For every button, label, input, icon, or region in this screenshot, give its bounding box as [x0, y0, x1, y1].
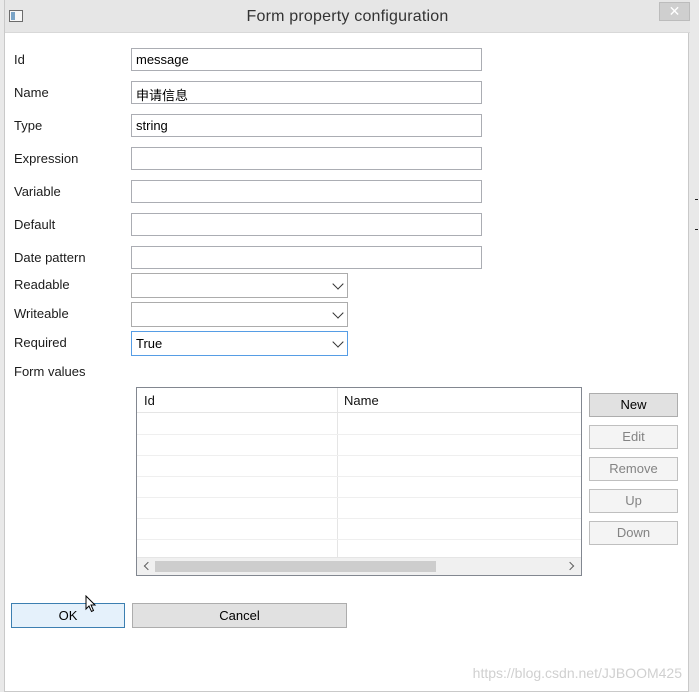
writeable-label: Writeable — [14, 306, 69, 321]
column-header-name[interactable]: Name — [344, 393, 379, 408]
date-pattern-input[interactable] — [131, 246, 482, 269]
edit-button[interactable]: Edit — [589, 425, 678, 449]
scrollbar-thumb[interactable] — [155, 561, 436, 572]
row-separator — [137, 539, 581, 540]
readable-label: Readable — [14, 277, 70, 292]
form-values-grid[interactable]: Id Name — [136, 387, 582, 576]
watermark-text: https://blog.csdn.net/JJBOOM425 — [472, 665, 682, 681]
variable-input[interactable] — [131, 180, 482, 203]
chevron-down-icon — [332, 278, 344, 290]
row-separator — [137, 455, 581, 456]
horizontal-scrollbar[interactable] — [137, 557, 581, 575]
required-label: Required — [14, 335, 67, 350]
window-title: Form property configuration — [246, 8, 449, 25]
id-input[interactable]: message — [131, 48, 482, 71]
date-pattern-label: Date pattern — [14, 250, 86, 265]
up-button[interactable]: Up — [589, 489, 678, 513]
row-separator — [137, 434, 581, 435]
grid-header: Id Name — [137, 388, 581, 413]
ok-button[interactable]: OK — [11, 603, 125, 628]
row-separator — [137, 518, 581, 519]
scroll-left-icon[interactable] — [143, 561, 153, 571]
column-divider — [337, 388, 338, 558]
type-input[interactable]: string — [131, 114, 482, 137]
id-label: Id — [14, 52, 25, 67]
required-select[interactable]: True — [131, 331, 348, 356]
background-mark — [695, 229, 698, 230]
new-button[interactable]: New — [589, 393, 678, 417]
name-input[interactable]: 申请信息 — [131, 81, 482, 104]
expression-input[interactable] — [131, 147, 482, 170]
expression-label: Expression — [14, 151, 79, 166]
form-values-label: Form values — [14, 364, 86, 379]
chevron-down-icon — [332, 336, 344, 348]
row-separator — [137, 476, 581, 477]
column-header-id[interactable]: Id — [144, 393, 155, 408]
close-icon: ✕ — [668, 3, 681, 19]
remove-button[interactable]: Remove — [589, 457, 678, 481]
mouse-pointer-icon — [85, 595, 97, 613]
background-mark — [695, 199, 698, 200]
dialog-window: Form property configuration ✕ Id message… — [4, 0, 690, 692]
cancel-button[interactable]: Cancel — [132, 603, 347, 628]
chevron-down-icon — [332, 307, 344, 319]
writeable-select[interactable] — [131, 302, 348, 327]
readable-select[interactable] — [131, 273, 348, 298]
default-label: Default — [14, 217, 56, 232]
close-button[interactable]: ✕ — [659, 2, 690, 21]
variable-label: Variable — [14, 184, 61, 199]
type-label: Type — [14, 118, 43, 133]
row-separator — [137, 497, 581, 498]
default-input[interactable] — [131, 213, 482, 236]
name-label: Name — [14, 85, 49, 100]
down-button[interactable]: Down — [589, 521, 678, 545]
required-value: True — [136, 336, 163, 351]
scroll-right-icon[interactable] — [565, 561, 575, 571]
title-bar[interactable]: Form property configuration ✕ — [5, 0, 690, 33]
